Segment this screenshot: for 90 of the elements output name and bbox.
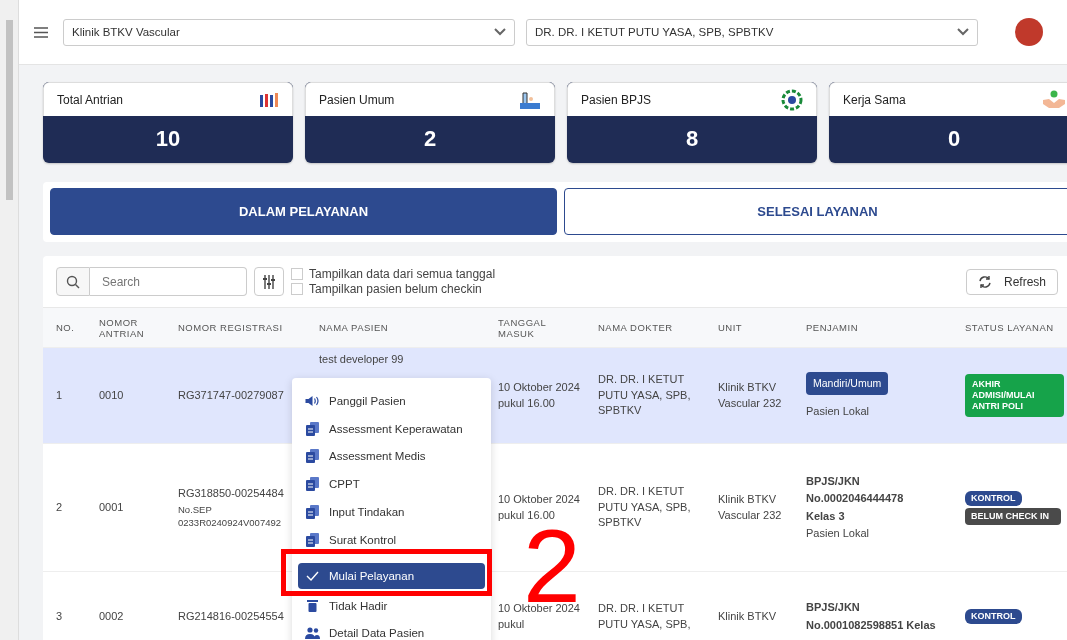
refresh-icon bbox=[978, 274, 992, 289]
documents-icon bbox=[305, 449, 320, 464]
stat-value: 10 bbox=[154, 125, 182, 153]
clinic-select[interactable]: Klinik BTKV Vascular bbox=[63, 18, 515, 46]
trash-icon bbox=[305, 599, 320, 613]
status-badge: KONTROL bbox=[965, 609, 1022, 624]
documents-icon bbox=[305, 421, 320, 436]
menu-item[interactable]: Tidak Hadir bbox=[298, 597, 485, 614]
table-cell: 10 Oktober 2024 pukul bbox=[498, 602, 580, 630]
table-cell-text: RG214816-00254554 bbox=[178, 608, 284, 624]
table-cell: DR. DR. I KETUT PUTU YASA, SPB, SPBTKV bbox=[598, 373, 691, 417]
checkbox-label: Tampilkan pasien belum checkin bbox=[309, 281, 482, 297]
payer-text: Pasien Lokal bbox=[806, 526, 869, 541]
tab[interactable]: SELESAI LAYANAN bbox=[564, 188, 1067, 235]
column-header: STATUS LAYANAN bbox=[965, 322, 1054, 333]
column-header: NOMOR ANTRIAN bbox=[99, 316, 145, 339]
sep-number: No.SEP 0233R0240924V007492 bbox=[178, 503, 282, 530]
scrollbar[interactable] bbox=[0, 0, 19, 640]
column-header: NO. bbox=[56, 322, 75, 333]
table-cell-text: RG371747-00279087 bbox=[178, 387, 284, 403]
column-header: PENJAMIN bbox=[806, 322, 859, 333]
stat-value: 2 bbox=[422, 125, 438, 153]
table-cell: 0010 bbox=[99, 388, 124, 401]
status-badge: KONTROL bbox=[965, 490, 1022, 506]
table-cell: 3 bbox=[56, 609, 63, 622]
status-badge: BELUM CHECK IN bbox=[965, 507, 1061, 525]
handshake-icon bbox=[1043, 89, 1065, 110]
menu-item[interactable]: Panggil Pasien bbox=[298, 392, 485, 409]
table-cell-text: RG318850-00254484 bbox=[178, 485, 284, 501]
menu-item[interactable]: Assessment Medis bbox=[298, 448, 485, 465]
column-header: NOMOR REGISTRASI bbox=[178, 322, 283, 333]
documents-icon bbox=[305, 532, 320, 547]
table-cell: 1 bbox=[56, 388, 63, 401]
stat-value: 8 bbox=[684, 125, 700, 153]
table-cell: 0001 bbox=[99, 500, 124, 513]
filter-button[interactable] bbox=[254, 267, 284, 296]
stat-label: Kerja Sama bbox=[843, 92, 906, 107]
table-cell: 2 bbox=[56, 500, 63, 513]
table-cell: 10 Oktober 2024 pukul 16.00 bbox=[498, 493, 580, 521]
column-header: NAMA DOKTER bbox=[598, 322, 673, 333]
table-cell: DR. DR. I KETUT PUTU YASA, SPB, SPBTKV bbox=[598, 485, 691, 529]
documents-icon bbox=[305, 505, 320, 519]
check-icon bbox=[305, 570, 320, 581]
chevron-down-icon bbox=[957, 28, 969, 36]
chevron-down-icon bbox=[494, 28, 506, 36]
payer-text: No.0001082598851 Kelas bbox=[806, 617, 936, 633]
doctor-select[interactable]: DR. DR. I KETUT PUTU YASA, SPB, SPBTKV bbox=[526, 18, 978, 46]
stat-label: Pasien Umum bbox=[319, 92, 395, 107]
stat-label: Pasien BPJS bbox=[581, 92, 652, 107]
table-cell: DR. DR. I KETUT PUTU YASA, SPB, bbox=[598, 602, 691, 630]
search-field[interactable]: Search bbox=[90, 267, 247, 296]
stat-label: Total Antrian bbox=[57, 92, 124, 107]
payer-text: BPJS/JKN bbox=[806, 473, 860, 489]
menu-item[interactable]: Detail Data Pasien bbox=[298, 625, 485, 640]
payer-text: Kelas 3 bbox=[806, 508, 845, 524]
menu-item[interactable]: Assessment Keperawatan bbox=[298, 420, 485, 437]
bed-icon bbox=[519, 89, 541, 110]
column-header: UNIT bbox=[718, 322, 743, 333]
payer-text: BPJS/JKN bbox=[806, 600, 860, 615]
menu-item[interactable]: Surat Kontrol bbox=[298, 531, 485, 548]
table-cell: Klinik BTKV bbox=[718, 609, 777, 622]
checkbox[interactable] bbox=[291, 283, 303, 295]
table-cell-text: test developer 99 bbox=[319, 351, 405, 367]
column-header: NAMA PASIEN bbox=[319, 322, 389, 333]
menu-item[interactable]: Input Tindakan bbox=[298, 504, 485, 520]
refresh-button[interactable]: Refresh bbox=[966, 268, 1058, 295]
menu-item[interactable]: Mulai Pelayanan bbox=[298, 562, 485, 589]
table-cell: 10 Oktober 2024 pukul 16.00 bbox=[498, 381, 580, 409]
emblem-icon bbox=[781, 88, 803, 111]
speaker-icon bbox=[305, 394, 320, 407]
checkbox-label: Tampilkan data dari semua tanggal bbox=[309, 266, 496, 282]
search-icon bbox=[66, 274, 80, 289]
tab[interactable]: DALAM PELAYANAN bbox=[50, 188, 557, 235]
payer-text: No.0002046444478 bbox=[806, 491, 904, 506]
sliders-icon bbox=[263, 274, 275, 289]
avatar[interactable] bbox=[1015, 18, 1043, 46]
table-cell: Klinik BTKV Vascular 232 bbox=[718, 493, 782, 521]
checkbox[interactable] bbox=[291, 268, 303, 280]
payer-text: Pasien Lokal bbox=[806, 404, 869, 419]
status-badge: AKHIR ADMISI/MULAI ANTRI POLI bbox=[965, 374, 1064, 417]
stat-value: 0 bbox=[946, 125, 962, 153]
column-header: TANGGAL MASUK bbox=[498, 316, 546, 339]
menu-icon[interactable] bbox=[34, 26, 48, 38]
payer-badge: Mandiri/Umum bbox=[806, 371, 889, 395]
people-icon bbox=[305, 627, 320, 640]
table-cell: 0002 bbox=[99, 609, 124, 622]
bottles-icon bbox=[259, 92, 279, 107]
documents-icon bbox=[305, 477, 320, 492]
table-cell: Klinik BTKV Vascular 232 bbox=[718, 381, 782, 409]
menu-item[interactable]: CPPT bbox=[298, 476, 485, 493]
